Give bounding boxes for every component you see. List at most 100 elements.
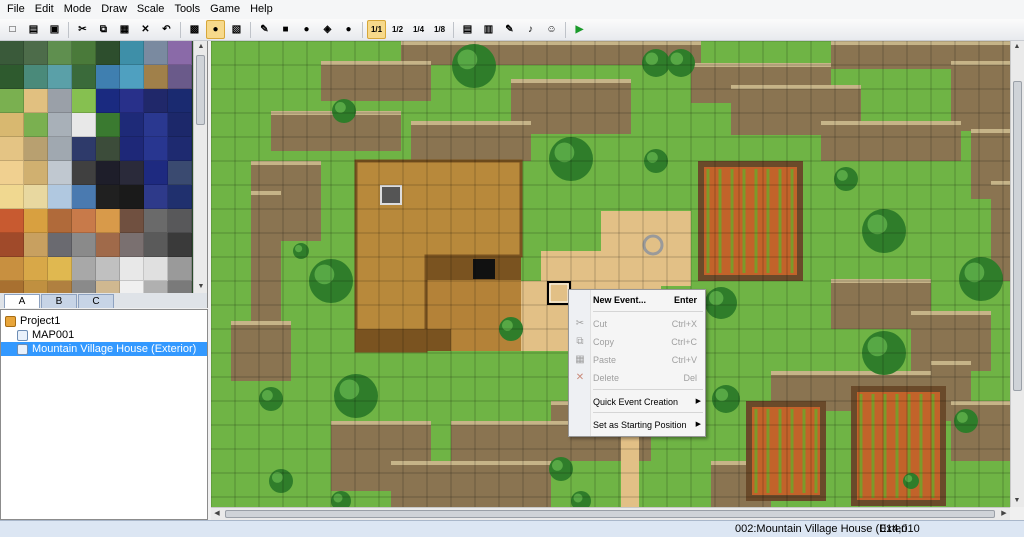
scroll-left-icon[interactable]: ◀	[211, 508, 223, 520]
palette-tile[interactable]	[24, 89, 48, 113]
map-canvas[interactable]	[211, 41, 1010, 507]
palette-tile[interactable]	[144, 257, 168, 281]
palette-scroll-thumb[interactable]	[196, 55, 205, 125]
palette-tile[interactable]	[120, 65, 144, 89]
save-project-icon[interactable]: ▣	[45, 20, 64, 39]
open-project-icon[interactable]: ▤	[24, 20, 43, 39]
palette-tile[interactable]	[72, 233, 96, 257]
palette-tile[interactable]	[0, 161, 24, 185]
menu-scale[interactable]: Scale	[132, 0, 170, 19]
zoom-1-8-icon[interactable]: 1/8	[430, 20, 449, 39]
palette-tile[interactable]	[96, 113, 120, 137]
map-horizontal-scrollbar[interactable]: ◀ ▶	[211, 507, 1010, 520]
palette-tile[interactable]	[168, 113, 192, 137]
palette-tile[interactable]	[168, 257, 192, 281]
palette-tile[interactable]	[72, 113, 96, 137]
palette-tile[interactable]	[24, 209, 48, 233]
palette-tile[interactable]	[0, 185, 24, 209]
palette-tile[interactable]	[120, 113, 144, 137]
cut-icon[interactable]: ✂	[73, 20, 92, 39]
copy-icon[interactable]: ⧉	[94, 20, 113, 39]
ctx-quick-event-creation[interactable]: Quick Event Creation ▶	[569, 393, 705, 411]
scroll-down-icon[interactable]: ▼	[194, 281, 207, 293]
palette-tile[interactable]	[144, 185, 168, 209]
playtest-icon[interactable]: ▶	[570, 20, 589, 39]
new-project-icon[interactable]: □	[3, 20, 22, 39]
palette-tile[interactable]	[144, 113, 168, 137]
ctx-copy[interactable]: ⧉ Copy Ctrl+C	[569, 333, 705, 351]
palette-tile[interactable]	[168, 209, 192, 233]
palette-tile[interactable]	[144, 65, 168, 89]
delete-icon[interactable]: ✕	[136, 20, 155, 39]
palette-tile[interactable]	[120, 137, 144, 161]
pencil-icon[interactable]: ✎	[255, 20, 274, 39]
palette-tile[interactable]	[120, 185, 144, 209]
palette-tile[interactable]	[48, 161, 72, 185]
palette-tile[interactable]	[144, 161, 168, 185]
region-layer-icon[interactable]: ▧	[227, 20, 246, 39]
palette-tile[interactable]	[0, 137, 24, 161]
ellipse-icon[interactable]: ●	[297, 20, 316, 39]
palette-tile[interactable]	[144, 233, 168, 257]
shadow-pen-icon[interactable]: ●	[339, 20, 358, 39]
palette-tile[interactable]	[48, 185, 72, 209]
scroll-right-icon[interactable]: ▶	[998, 508, 1010, 520]
palette-tile[interactable]	[72, 41, 96, 65]
palette-tile[interactable]	[144, 281, 168, 293]
tab-b[interactable]: B	[41, 294, 77, 308]
palette-tile[interactable]	[96, 137, 120, 161]
palette-tile[interactable]	[48, 209, 72, 233]
palette-tile[interactable]	[144, 209, 168, 233]
paste-icon[interactable]: ▦	[115, 20, 134, 39]
undo-icon[interactable]: ↶	[157, 20, 176, 39]
palette-tile[interactable]	[24, 41, 48, 65]
menu-mode[interactable]: Mode	[59, 0, 97, 19]
ctx-cut[interactable]: ✂ Cut Ctrl+X	[569, 315, 705, 333]
palette-tile[interactable]	[24, 161, 48, 185]
zoom-1-1-icon[interactable]: 1/1	[367, 20, 386, 39]
scroll-up-icon[interactable]: ▲	[1011, 41, 1023, 53]
palette-tile[interactable]	[96, 185, 120, 209]
palette-tile[interactable]	[0, 41, 24, 65]
zoom-1-2-icon[interactable]: 1/2	[388, 20, 407, 39]
palette-tile[interactable]	[48, 281, 72, 293]
palette-tile[interactable]	[48, 137, 72, 161]
palette-tile[interactable]	[144, 41, 168, 65]
character-generator-icon[interactable]: ☺	[542, 20, 561, 39]
palette-tile[interactable]	[72, 161, 96, 185]
event-layer-icon[interactable]: ●	[206, 20, 225, 39]
palette-tile[interactable]	[96, 65, 120, 89]
ctx-delete[interactable]: ✕ Delete Del	[569, 369, 705, 387]
palette-tile[interactable]	[24, 185, 48, 209]
map-layer-icon[interactable]: ▩	[185, 20, 204, 39]
menu-tools[interactable]: Tools	[169, 0, 205, 19]
fill-icon[interactable]: ◈	[318, 20, 337, 39]
palette-tile[interactable]	[24, 113, 48, 137]
tab-a[interactable]: A	[4, 294, 40, 308]
palette-tile[interactable]	[48, 41, 72, 65]
palette-tile[interactable]	[48, 233, 72, 257]
palette-tile[interactable]	[0, 233, 24, 257]
tree-item-map001[interactable]: MAP001	[1, 328, 207, 342]
palette-tile[interactable]	[72, 281, 96, 293]
palette-tile[interactable]	[120, 209, 144, 233]
database-icon[interactable]: ▤	[458, 20, 477, 39]
palette-tile[interactable]	[168, 89, 192, 113]
palette-tile[interactable]	[168, 65, 192, 89]
menu-draw[interactable]: Draw	[96, 0, 132, 19]
palette-tile[interactable]	[168, 161, 192, 185]
scroll-up-icon[interactable]: ▲	[194, 41, 207, 53]
palette-tile[interactable]	[24, 65, 48, 89]
tileset-grid[interactable]	[0, 41, 194, 293]
vertical-scroll-thumb[interactable]	[1013, 81, 1022, 391]
palette-tile[interactable]	[96, 41, 120, 65]
palette-tile[interactable]	[72, 257, 96, 281]
palette-tile[interactable]	[96, 281, 120, 293]
palette-tile[interactable]	[0, 113, 24, 137]
palette-tile[interactable]	[96, 89, 120, 113]
palette-tile[interactable]	[0, 257, 24, 281]
map-render[interactable]	[211, 41, 1010, 507]
palette-tile[interactable]	[120, 257, 144, 281]
palette-tile[interactable]	[24, 233, 48, 257]
zoom-1-4-icon[interactable]: 1/4	[409, 20, 428, 39]
